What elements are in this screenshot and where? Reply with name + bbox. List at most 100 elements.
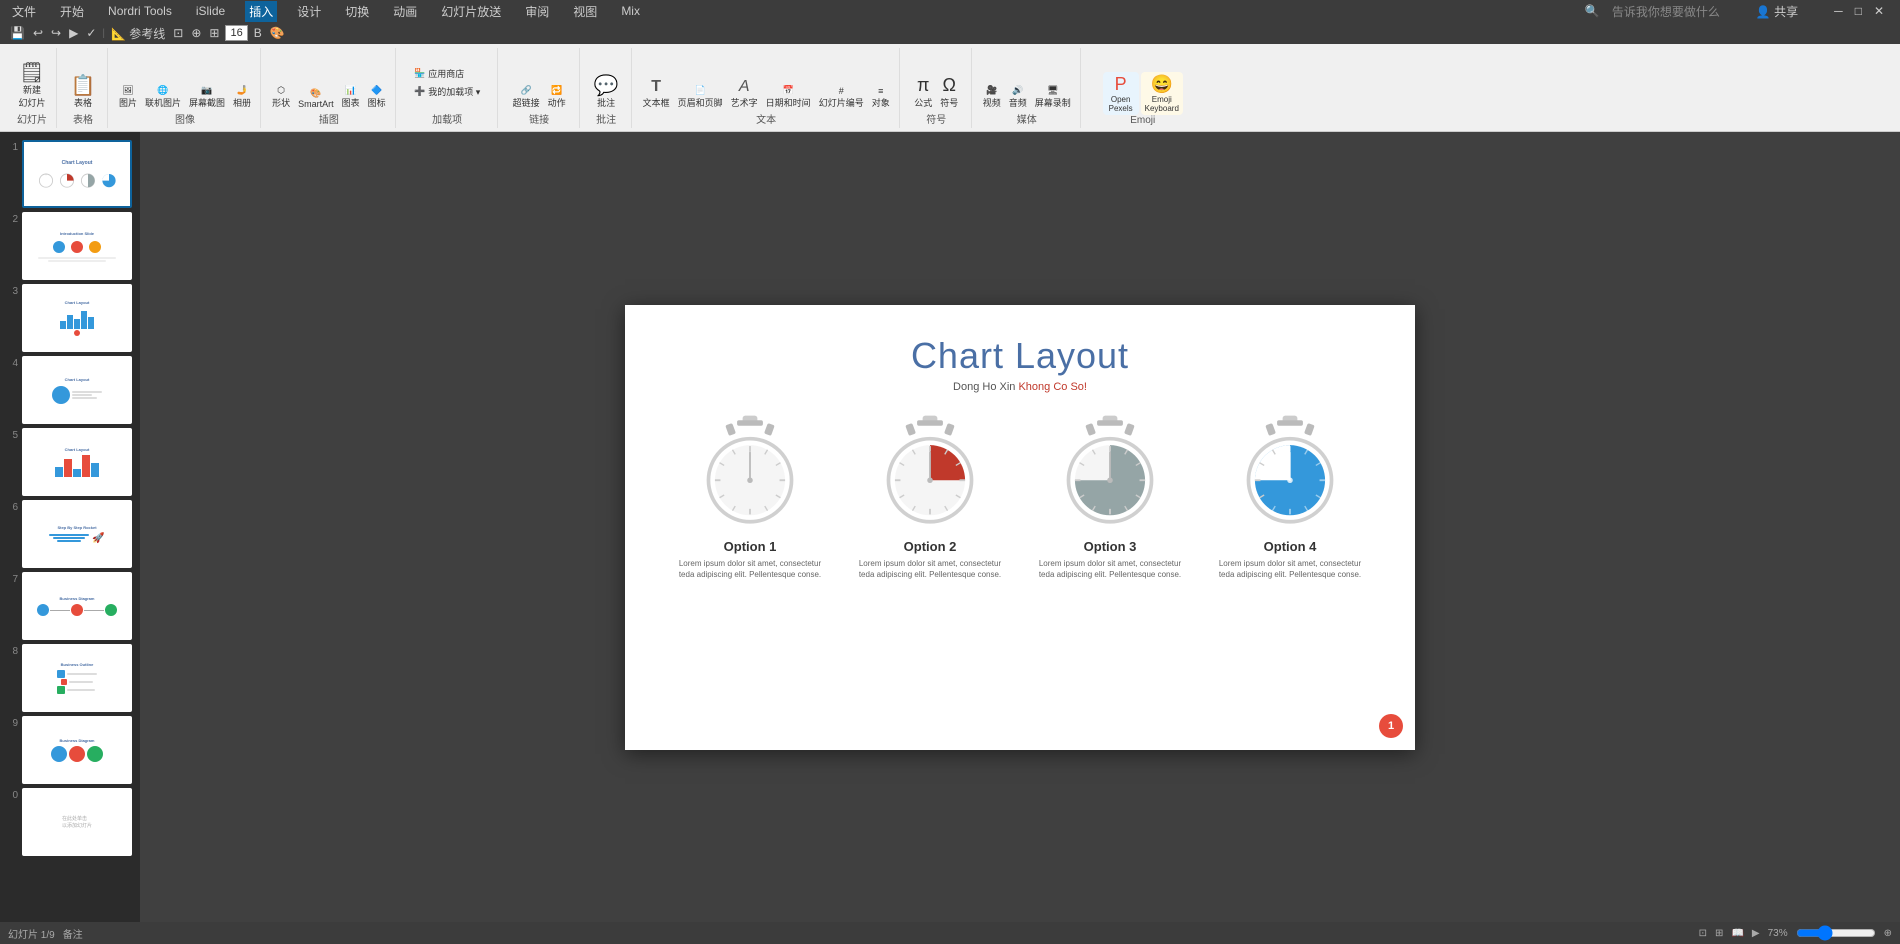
slide-thumb-5[interactable]: Chart Layout xyxy=(22,428,132,496)
slide-item-0[interactable]: 0 在此处单击以添加幻灯片 xyxy=(4,788,136,856)
qa-font-size[interactable]: 16 xyxy=(225,25,247,41)
ribbon-btn-icon[interactable]: 🔷 图标 xyxy=(365,83,389,111)
ribbon-btn-wordart[interactable]: A 艺术字 xyxy=(728,76,761,111)
ribbon-btn-formula[interactable]: π 公式 xyxy=(911,73,935,111)
close-btn[interactable]: ✕ xyxy=(1870,2,1888,20)
slide-thumb-2[interactable]: Introduction Slide xyxy=(22,212,132,280)
slide-thumb-0[interactable]: 在此处单击以添加幻灯片 xyxy=(22,788,132,856)
menu-item-animation[interactable]: 动画 xyxy=(389,1,421,22)
new-slide-icon: 🗒 xyxy=(19,63,44,83)
qa-undo[interactable]: ↩ xyxy=(31,26,45,40)
ribbon-btn-openpexels[interactable]: P Open Pexels xyxy=(1103,72,1139,115)
menu-item-view[interactable]: 视图 xyxy=(569,1,601,22)
option-4-title: Option 4 xyxy=(1264,539,1317,554)
icon-icon: 🔷 xyxy=(371,85,382,96)
qa-more[interactable]: ⊡ xyxy=(171,26,185,40)
ribbon-btn-smartart[interactable]: 🎨 SmartArt xyxy=(295,86,337,111)
menu-item-slideshow[interactable]: 幻灯片放送 xyxy=(437,1,505,22)
option-2-desc: Lorem ipsum dolor sit amet, consectetur … xyxy=(855,558,1005,580)
main-area: 1 Chart Layout 2 Introduction Slide xyxy=(0,132,1900,922)
stopwatch-3 xyxy=(1050,411,1170,531)
ribbon-btn-symbol[interactable]: Ω 符号 xyxy=(937,73,961,111)
slide-thumb-6[interactable]: Step By Step Rocket 🚀 xyxy=(22,500,132,568)
ribbon-btn-textbox[interactable]: T 文本框 xyxy=(640,76,673,111)
canvas-area: Chart Layout Dong Ho Xin Khong Co So! xyxy=(140,132,1900,922)
ribbon-btn-header[interactable]: 📄 页眉和页脚 xyxy=(675,83,726,111)
qa-guides[interactable]: 📐 参考线 xyxy=(109,25,167,42)
slide-item-7[interactable]: 7 Business Diagram xyxy=(4,572,136,640)
ribbon-group-media: 🎥 视频 🔊 音频 🖥 屏幕录制 媒体 xyxy=(974,48,1081,128)
slide-item-8[interactable]: 8 Business Outline xyxy=(4,644,136,712)
menu-item-file[interactable]: 文件 xyxy=(8,1,40,22)
slide-thumb-8[interactable]: Business Outline xyxy=(22,644,132,712)
minimize-btn[interactable]: ─ xyxy=(1830,2,1847,20)
menu-search[interactable]: 🔍 告诉我你想要做什么 xyxy=(1577,0,1728,24)
subtitle-highlight: Khong Co So! xyxy=(1018,381,1087,393)
menu-item-islide[interactable]: iSlide xyxy=(192,2,229,20)
ribbon-btn-object[interactable]: ≡ 对象 xyxy=(869,84,893,111)
ribbon-btn-table[interactable]: 📋 表格 xyxy=(65,74,101,111)
slide-item-4[interactable]: 4 Chart Layout xyxy=(4,356,136,424)
fit-btn[interactable]: ⊕ xyxy=(1884,928,1892,939)
slide-item-5[interactable]: 5 Chart Layout xyxy=(4,428,136,496)
ribbon-btn-comment[interactable]: 💬 批注 xyxy=(588,74,624,111)
qa-bold[interactable]: B xyxy=(252,26,264,40)
view-reading-btn[interactable]: 📖 xyxy=(1731,928,1743,939)
slide-thumb-7[interactable]: Business Diagram xyxy=(22,572,132,640)
ribbon-btn-video[interactable]: 🎥 视频 xyxy=(980,83,1004,111)
ribbon-group-extra-label: Emoji xyxy=(1089,115,1197,126)
slide-item-9[interactable]: 9 Business Diagram xyxy=(4,716,136,784)
qa-save[interactable]: 💾 xyxy=(8,26,27,40)
maximize-btn[interactable]: □ xyxy=(1851,2,1866,20)
ribbon-btn-hyperlink[interactable]: 🔗 超链接 xyxy=(510,83,543,111)
menu-item-insert[interactable]: 插入 xyxy=(245,1,277,22)
qa-crop[interactable]: ⊕ xyxy=(189,26,203,40)
menu-item-review[interactable]: 审阅 xyxy=(521,1,553,22)
slide-thumb-3[interactable]: Chart Layout xyxy=(22,284,132,352)
ribbon-btn-emoji[interactable]: 😄 Emoji Keyboard xyxy=(1141,72,1183,115)
stopwatch-2 xyxy=(870,411,990,531)
ribbon-btn-action[interactable]: 🔁 动作 xyxy=(545,83,569,111)
ribbon-btn-datetime[interactable]: 📅 日期和时间 xyxy=(763,83,814,111)
ribbon-btn-screenshot[interactable]: 📷 屏幕截图 xyxy=(186,83,228,111)
menu-bar: 文件 开始 Nordri Tools iSlide 插入 设计 切换 动画 幻灯… xyxy=(0,0,1900,22)
view-normal-btn[interactable]: ⊡ xyxy=(1699,928,1707,939)
qa-checkbox[interactable]: ✓ xyxy=(84,26,98,40)
slide-thumb-1[interactable]: Chart Layout xyxy=(22,140,132,208)
ribbon-btn-myaddin[interactable]: ➕ 我的加载项 ▾ xyxy=(411,83,483,100)
ribbon-btn-new-slide[interactable]: 🗒 新建 幻灯片 xyxy=(14,61,50,111)
zoom-slider[interactable] xyxy=(1796,927,1876,939)
ribbon-btn-shape[interactable]: ⬡ 形状 xyxy=(269,83,293,111)
option-1-title: Option 1 xyxy=(724,539,777,554)
qa-grid[interactable]: ⊞ xyxy=(207,26,221,40)
slide-item-3[interactable]: 3 Chart Layout xyxy=(4,284,136,352)
symbol-icon: Ω xyxy=(942,75,955,96)
menu-item-home[interactable]: 开始 xyxy=(56,1,88,22)
ribbon-btn-screenrecord[interactable]: 🖥 屏幕录制 xyxy=(1032,83,1074,111)
qa-start[interactable]: ▶ xyxy=(67,26,80,40)
slide-thumb-9[interactable]: Business Diagram xyxy=(22,716,132,784)
ribbon-btn-picture[interactable]: 🖼 图片 xyxy=(116,83,140,111)
slide-subtitle: Dong Ho Xin Khong Co So! xyxy=(911,381,1129,393)
ribbon-btn-slidenumber[interactable]: # 幻灯片编号 xyxy=(816,84,867,111)
ribbon-btn-appstore[interactable]: 🏪 应用商店 xyxy=(411,65,467,82)
qa-fill[interactable]: 🎨 xyxy=(268,26,287,40)
ribbon-btn-chart[interactable]: 📊 图表 xyxy=(339,83,363,111)
slide-item-6[interactable]: 6 Step By Step Rocket 🚀 xyxy=(4,500,136,568)
ribbon-btn-online-picture[interactable]: 🌐 联机图片 xyxy=(142,83,184,111)
menu-item-mix[interactable]: Mix xyxy=(617,2,644,20)
menu-item-transition[interactable]: 切换 xyxy=(341,1,373,22)
slide-item-1[interactable]: 1 Chart Layout xyxy=(4,140,136,208)
view-slidesorter-btn[interactable]: ⊞ xyxy=(1715,928,1723,939)
user-icon[interactable]: 👤 共享 xyxy=(1752,1,1802,22)
option-3-title: Option 3 xyxy=(1084,539,1137,554)
qa-redo[interactable]: ↪ xyxy=(49,26,63,40)
notes-btn[interactable]: 备注 xyxy=(63,926,83,941)
menu-item-design[interactable]: 设计 xyxy=(293,1,325,22)
view-slideshow-btn[interactable]: ▶ xyxy=(1752,928,1760,939)
slide-thumb-4[interactable]: Chart Layout xyxy=(22,356,132,424)
menu-item-nordri[interactable]: Nordri Tools xyxy=(104,2,176,20)
slide-item-2[interactable]: 2 Introduction Slide xyxy=(4,212,136,280)
ribbon-btn-audio[interactable]: 🔊 音频 xyxy=(1006,83,1030,111)
ribbon-btn-album[interactable]: 🤳 相册 xyxy=(230,83,254,111)
